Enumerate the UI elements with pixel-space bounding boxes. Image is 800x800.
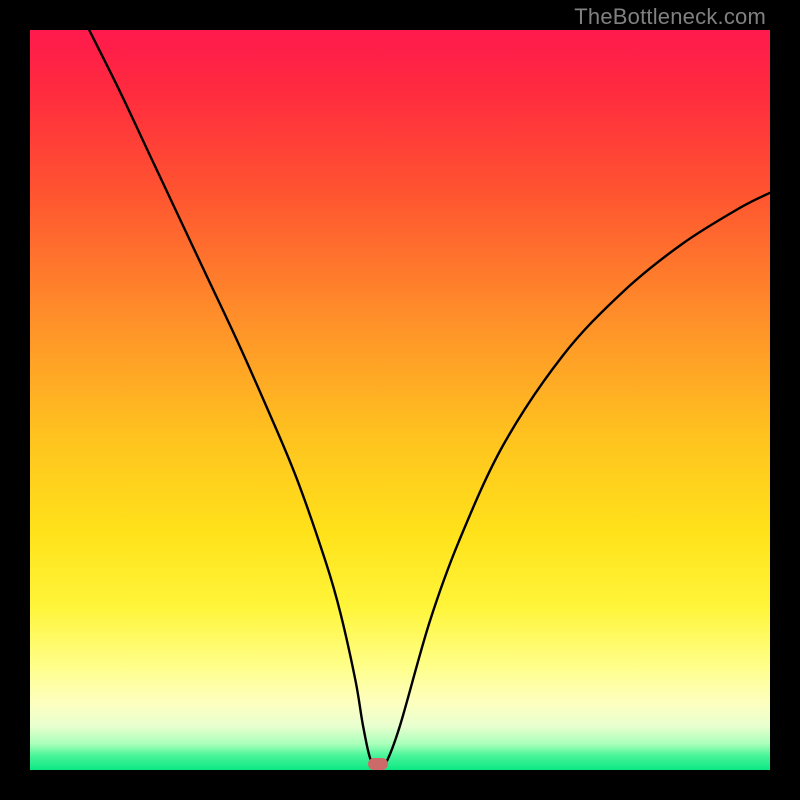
watermark-text: TheBottleneck.com	[574, 4, 766, 30]
optimal-point-marker	[368, 758, 388, 770]
plot-area	[30, 30, 770, 770]
bottleneck-curve	[30, 30, 770, 770]
chart-frame: TheBottleneck.com	[0, 0, 800, 800]
